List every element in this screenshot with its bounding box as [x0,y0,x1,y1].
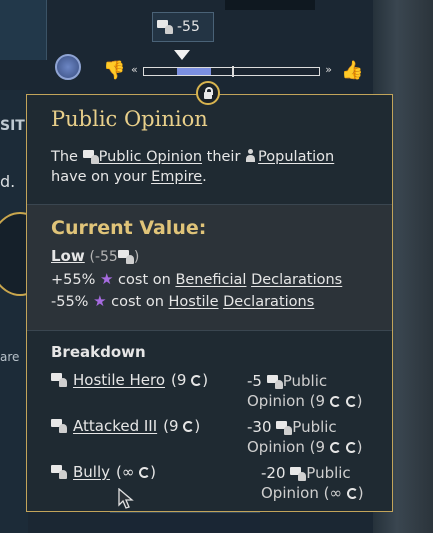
timer-icon [345,396,357,407]
effect-text: cost on [113,272,176,288]
desc-text: . [202,169,207,185]
breakdown-row: Bully (∞ ) -20 Public Opinion (∞ ) [51,463,368,509]
breakdown-duration: (∞ [116,463,135,481]
breakdown-delta: -5 [247,372,262,390]
desc-text: have on your [51,169,152,185]
tooltip-title: Public Opinion [51,107,208,131]
breakdown-label: Opinion (9 [247,392,326,410]
empire-emblem-icon[interactable] [55,54,81,80]
current-level-close: ) [133,249,140,265]
breakdown-delta: -20 [261,464,286,482]
public-opinion-icon [51,465,67,479]
link-hostile[interactable]: Hostile [169,294,219,310]
breakdown-effect: -5 Public Opinion (9 ) [247,372,363,410]
link-public-opinion[interactable]: Public Opinion [99,149,202,165]
top-left-panel [0,0,47,60]
link-declarations[interactable]: Declarations [251,272,342,288]
effect-row: +55% ★ cost on Beneficial Declarations [51,269,368,291]
effect-row: -55% ★ cost on Hostile Declarations [51,291,368,313]
timer-icon [345,442,357,453]
current-level-value: (-55 [89,249,118,265]
public-opinion-icon [276,420,293,435]
public-opinion-icon [51,419,67,433]
effect-text: cost on [106,294,169,310]
public-opinion-icon [82,150,99,164]
scale-center-tick [231,66,234,77]
breakdown-label: Opinion (9 [247,438,326,456]
current-level: Low (-55) [51,247,368,265]
breakdown-source-link[interactable]: Attacked III [73,417,157,435]
timer-icon [329,442,341,453]
timer-icon [191,375,203,386]
breakdown-duration: (9 [163,417,179,435]
timer-icon [329,396,341,407]
opinion-scale-fill [177,68,211,75]
left-panel-caption: are [0,350,20,364]
breakdown-section: Breakdown Hostile Hero (9 ) -5 Public Op… [27,331,392,509]
effect-percent: -55% [51,294,89,310]
scale-right-chevron-icon: » [325,63,332,76]
breakdown-label: Public [282,372,328,390]
current-value-section: Current Value: Low (-55) +55% ★ cost on … [27,205,392,331]
influence-star-icon: ★ [93,292,107,310]
breakdown-effect: -30 Public Opinion (9 ) [247,418,363,456]
opinion-marker-icon [174,50,190,60]
current-value-heading: Current Value: [51,217,207,239]
public-opinion-icon [117,249,134,264]
influence-star-icon: ★ [100,270,114,288]
bottom-panel [110,512,260,533]
public-opinion-icon [157,20,173,34]
population-icon [245,149,256,162]
timer-icon [183,421,195,432]
opinion-scale-track [143,66,320,77]
top-center-panel [225,0,315,10]
tooltip-header: Public Opinion The Public Opinion their … [27,95,392,205]
link-beneficial[interactable]: Beneficial [175,272,246,288]
link-declarations[interactable]: Declarations [223,294,314,310]
link-empire[interactable]: Empire [151,169,202,185]
public-opinion-icon [290,466,307,481]
scale-left-chevron-icon: « [131,63,138,76]
opinion-badge-value: -55 [177,19,200,35]
current-level-name[interactable]: Low [51,247,85,265]
tooltip-description: The Public Opinion their Population have… [51,147,368,187]
breakdown-label: Public [292,418,337,436]
thumbs-up-icon[interactable]: 👍 [341,60,363,81]
breakdown-label: Opinion (∞ [261,484,342,502]
public-opinion-icon [51,373,67,387]
left-panel-strip [0,90,28,533]
link-population[interactable]: Population [258,149,334,165]
breakdown-source-link[interactable]: Bully [73,463,110,481]
effect-percent: +55% [51,272,96,288]
public-opinion-tooltip: Public Opinion The Public Opinion their … [26,94,393,512]
thumbs-down-icon[interactable]: 👎 [103,60,125,81]
breakdown-source-link[interactable]: Hostile Hero [73,371,165,389]
breakdown-effect: -20 Public Opinion (∞ ) [261,464,364,502]
public-opinion-icon [266,374,283,389]
breakdown-delta: -30 [247,418,272,436]
opinion-badge[interactable]: -55 [152,12,214,42]
breakdown-heading: Breakdown [51,343,146,361]
breakdown-label: Public [306,464,351,482]
left-panel-text: d. [0,172,16,191]
timer-icon [139,467,151,478]
opinion-scale[interactable]: « » [131,63,332,78]
breakdown-row: Attacked III (9 ) -30 Public Opinion (9 … [51,417,368,463]
breakdown-row: Hostile Hero (9 ) -5 Public Opinion (9 ) [51,371,368,417]
timer-icon [346,488,358,499]
lock-icon[interactable] [196,81,220,105]
desc-text: their [202,149,246,165]
breakdown-duration: (9 [171,371,187,389]
desc-text: The [51,149,83,165]
mouse-cursor-icon [118,488,134,509]
